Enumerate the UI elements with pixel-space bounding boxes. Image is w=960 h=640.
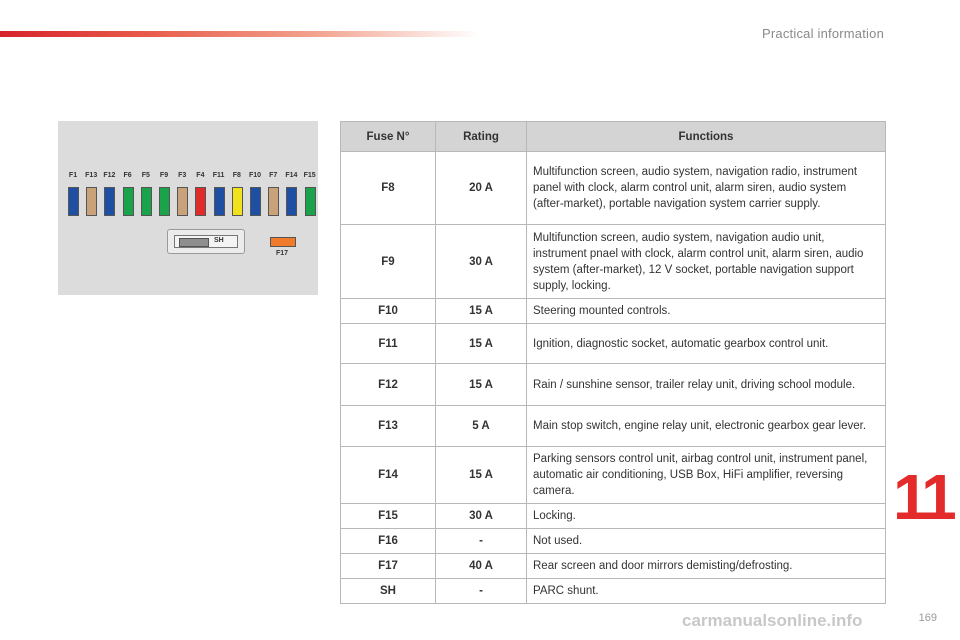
fuse-label-f12: F12 — [103, 172, 116, 179]
fuse-table: Fuse N° Rating Functions F8 20 A Multifu… — [340, 121, 886, 604]
table-header-row: Fuse N° Rating Functions — [340, 121, 886, 152]
table-row: F13 5 A Main stop switch, engine relay u… — [340, 405, 886, 447]
fuse-label-f11: F11 — [212, 172, 225, 179]
shunt-plug — [179, 238, 209, 247]
rating-cell: 15 A — [435, 298, 527, 324]
rating-cell: 15 A — [435, 446, 527, 504]
fuse-label-f13: F13 — [85, 172, 98, 179]
fuse-f10 — [250, 187, 261, 216]
fuse-label-f6: F6 — [123, 172, 132, 179]
fuse-f1 — [68, 187, 79, 216]
table-row: F11 15 A Ignition, diagnostic socket, au… — [340, 323, 886, 364]
fuse-f3 — [177, 187, 189, 216]
fuse-label-f9: F9 — [159, 172, 169, 179]
fuse-f17 — [270, 237, 296, 247]
fuse-cell: F16 — [340, 528, 436, 554]
rating-cell: 40 A — [435, 553, 527, 579]
fuse-f14 — [286, 187, 298, 216]
rating-cell: - — [435, 528, 527, 554]
functions-cell: Main stop switch, engine relay unit, ele… — [526, 405, 886, 447]
fuse-cell: F8 — [340, 151, 436, 225]
table-row: F17 40 A Rear screen and door mirrors de… — [340, 553, 886, 579]
table-row: F12 15 A Rain / sunshine sensor, trailer… — [340, 363, 886, 406]
rating-cell: 5 A — [435, 405, 527, 447]
fuse-label-f10: F10 — [248, 172, 262, 179]
functions-cell: Locking. — [526, 503, 886, 529]
fuse-label-f3: F3 — [178, 172, 187, 179]
table-row: F10 15 A Steering mounted controls. — [340, 298, 886, 324]
fuse-f4 — [195, 187, 207, 216]
section-title: Practical information — [762, 26, 884, 41]
shunt-slot: SH — [174, 235, 238, 248]
fuse-box-diagram: F1 F13 F12 F6 F5 F9 F3 F4 F11 F8 F10 F7 F14 F15 SH F1… — [58, 121, 318, 295]
fuse-label-f14: F14 — [285, 172, 298, 179]
functions-cell: Multifunction screen, audio system, navi… — [526, 151, 886, 225]
fuse-f9 — [159, 187, 170, 216]
fuse-label-f7: F7 — [269, 172, 278, 179]
page-number: 169 — [918, 612, 937, 624]
rating-cell: 15 A — [435, 363, 527, 406]
fuse-cell: F9 — [340, 224, 436, 299]
fuse-cell: F10 — [340, 298, 436, 324]
chapter-number: 11 — [893, 461, 957, 533]
fuse-f15 — [304, 187, 316, 216]
fuse-f7 — [268, 187, 280, 216]
functions-cell: Multifunction screen, audio system, navi… — [526, 224, 886, 299]
rating-cell: 20 A — [435, 151, 527, 225]
fuse-label-f15: F15 — [303, 172, 316, 179]
fuse-f13 — [86, 187, 98, 216]
fuse-label-f1: F1 — [68, 172, 78, 179]
fuse-cell: SH — [340, 578, 436, 604]
table-row: F9 30 A Multifunction screen, audio syst… — [340, 224, 886, 299]
watermark: carmanualsonline.info — [682, 611, 863, 630]
fuse-label-f5: F5 — [141, 172, 150, 179]
table-row: SH - PARC shunt. — [340, 578, 886, 604]
fuse-cell: F12 — [340, 363, 436, 406]
fuse-cell: F13 — [340, 405, 436, 447]
functions-cell: Parking sensors control unit, airbag con… — [526, 446, 886, 504]
column-header-functions: Functions — [526, 121, 886, 152]
rating-cell: 15 A — [435, 323, 527, 364]
functions-cell: Rain / sunshine sensor, trailer relay un… — [526, 363, 886, 406]
fuse-f5 — [140, 187, 152, 216]
shunt-label: SH — [214, 237, 224, 244]
column-header-fuse: Fuse N° — [340, 121, 436, 152]
table-row: F8 20 A Multifunction screen, audio syst… — [340, 151, 886, 225]
fuse-label-f4: F4 — [196, 172, 205, 179]
functions-cell: Not used. — [526, 528, 886, 554]
fuse-f8 — [231, 187, 243, 216]
table-row: F14 15 A Parking sensors control unit, a… — [340, 446, 886, 504]
shunt-housing: SH — [167, 229, 245, 254]
column-header-rating: Rating — [435, 121, 527, 152]
rating-cell: 30 A — [435, 224, 527, 299]
functions-cell: Ignition, diagnostic socket, automatic g… — [526, 323, 886, 364]
fuse-f6 — [122, 187, 134, 216]
fuse-cell: F17 — [340, 553, 436, 579]
functions-cell: Steering mounted controls. — [526, 298, 886, 324]
fuse-f17-label: F17 — [276, 250, 289, 257]
rating-cell: 30 A — [435, 503, 527, 529]
table-row: F16 - Not used. — [340, 528, 886, 554]
functions-cell: PARC shunt. — [526, 578, 886, 604]
fuse-cell: F15 — [340, 503, 436, 529]
fuse-cell: F14 — [340, 446, 436, 504]
fuse-label-f8: F8 — [232, 172, 241, 179]
fuse-f11 — [213, 187, 225, 216]
fuse-f12 — [104, 187, 116, 216]
table-row: F15 30 A Locking. — [340, 503, 886, 529]
functions-cell: Rear screen and door mirrors demisting/d… — [526, 553, 886, 579]
header-accent-bar — [0, 31, 480, 37]
fuse-cell: F11 — [340, 323, 436, 364]
rating-cell: - — [435, 578, 527, 604]
